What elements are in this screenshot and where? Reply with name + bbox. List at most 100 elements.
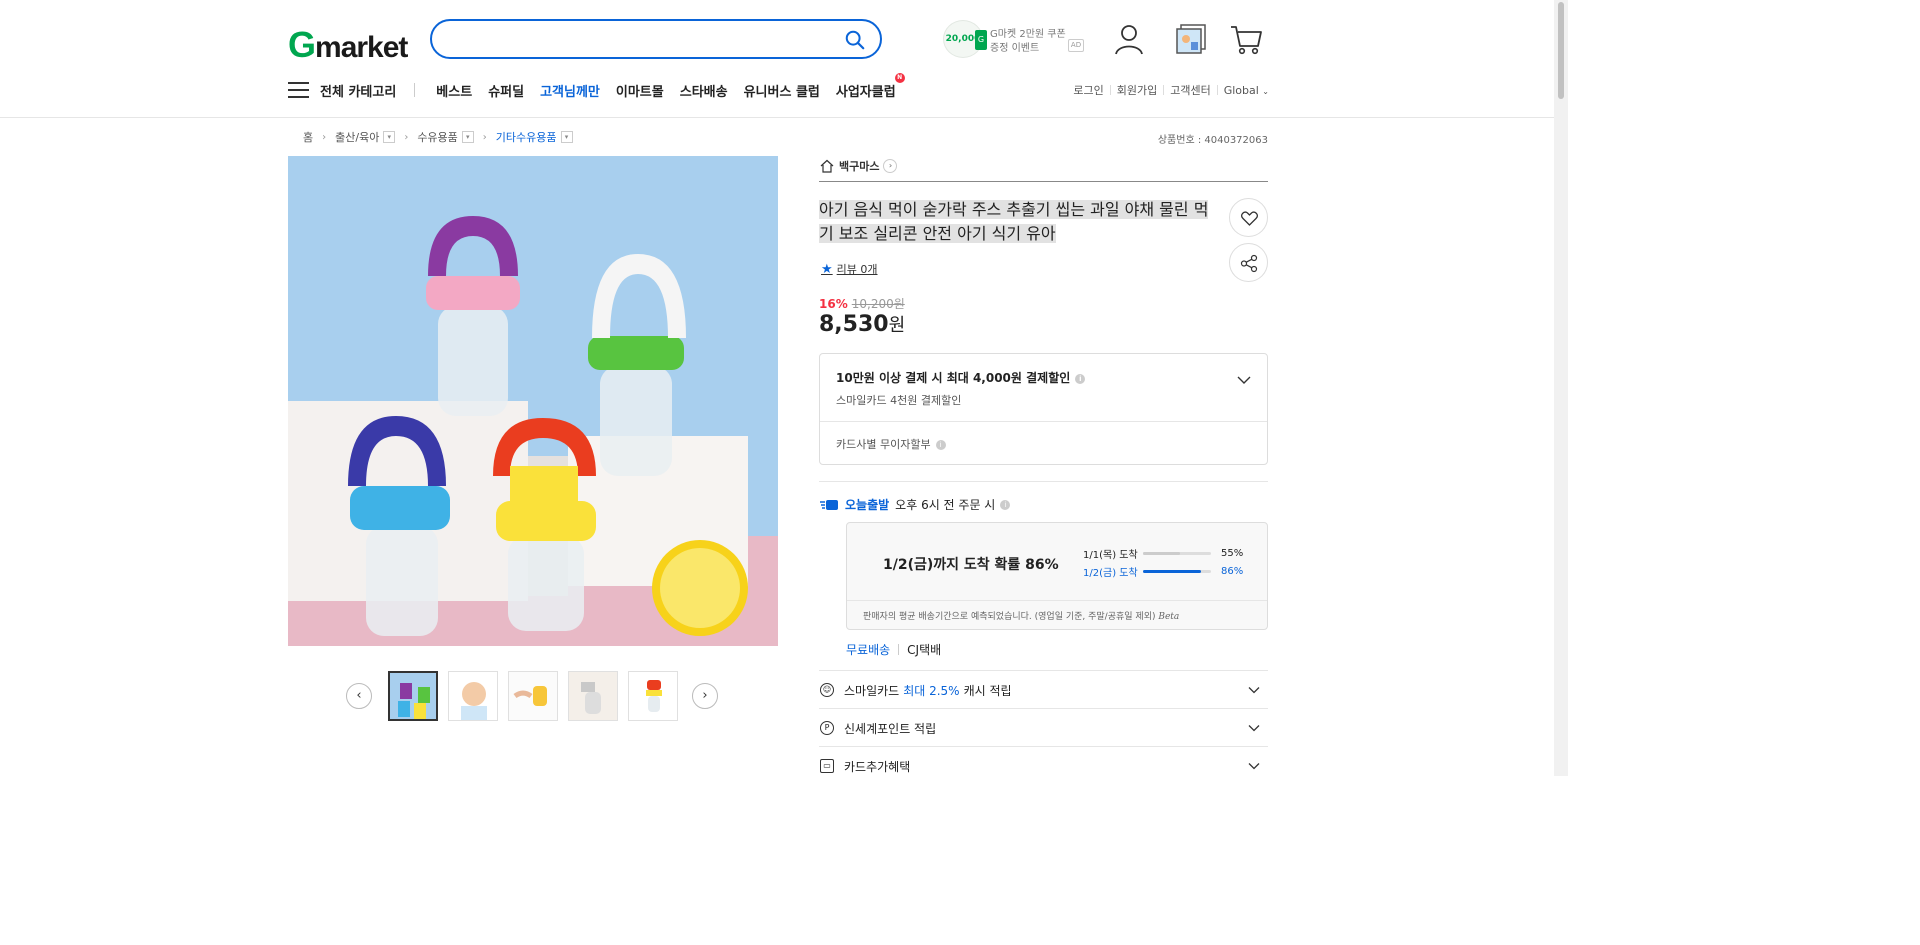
- thumbnail-5[interactable]: [628, 671, 678, 721]
- arrival-note: 판매자의 평균 배송기간으로 예측되었습니다. (영업일 기준, 주말/공휴일 …: [863, 609, 1179, 622]
- page-scrollbar[interactable]: [1554, 0, 1568, 776]
- wishlist-button[interactable]: [1229, 198, 1268, 237]
- arrival-probability-box: 1/2(금)까지 도착 확률 86% 1/1(목) 도착 55% 1/2(금) …: [846, 522, 1268, 630]
- review-count: 리뷰 0개: [836, 263, 878, 276]
- scrollbar-thumb[interactable]: [1558, 2, 1564, 99]
- cart-icon[interactable]: [1229, 22, 1263, 56]
- thumbnail-4[interactable]: [568, 671, 618, 721]
- benefit-divider: [820, 421, 1267, 422]
- arrival-row-1: 1/1(목) 도착 55%: [1083, 546, 1243, 561]
- smile-card-rate: 최대 2.5%: [903, 683, 960, 698]
- arrival-date-2: 1/2(금) 도착: [1083, 568, 1138, 579]
- recent-view-icon[interactable]: [1174, 22, 1208, 56]
- thumb-prev-button[interactable]: ‹: [346, 683, 372, 709]
- nav-universe-club[interactable]: 유니버스 클럽: [744, 81, 820, 100]
- gmarket-logo[interactable]: Gmarket: [288, 24, 408, 66]
- chevron-left-icon: ‹: [356, 688, 362, 703]
- thumbnail-2[interactable]: [448, 671, 498, 721]
- home-icon: [820, 159, 834, 173]
- card-benefit-label: 카드추가혜택: [844, 759, 911, 774]
- thumbnail-image: [629, 672, 677, 720]
- thumb-next-button[interactable]: ›: [692, 683, 718, 709]
- product-page: Gmarket 20,000 G G마켓 2만원 쿠폰 증정 이벤트 AD 전체…: [0, 0, 1568, 776]
- chevron-down-icon[interactable]: ▾: [461, 131, 474, 143]
- info-icon[interactable]: i: [1000, 499, 1011, 510]
- customer-center-link[interactable]: 고객센터: [1170, 82, 1210, 98]
- review-link[interactable]: ★ 리뷰 0개: [821, 261, 878, 277]
- nav-superdeal[interactable]: 슈퍼딜: [488, 81, 524, 100]
- sale-price-value: 8,530: [819, 312, 889, 337]
- breadcrumb-home[interactable]: 홈: [303, 129, 313, 145]
- thumbnail-image: [449, 672, 497, 720]
- installment-text: 카드사별 무이자할부: [836, 438, 931, 451]
- arrival-row-2: 1/2(금) 도착 86%: [1083, 564, 1243, 579]
- card-benefit-accordion[interactable]: ▭ 카드추가혜택: [820, 755, 1268, 777]
- all-categories[interactable]: 전체 카테고리: [320, 81, 396, 100]
- product-title: 아기 음식 먹이 숟가락 주스 추출기 씹는 과일 야채 물린 먹기 보조 실리…: [819, 198, 1209, 246]
- coupon-banner[interactable]: 20,000 G G마켓 2만원 쿠폰 증정 이벤트: [943, 20, 1088, 58]
- baby-feeder-illustration: [288, 156, 778, 646]
- payment-benefit-box: 10만원 이상 결제 시 최대 4,000원 결제할인 i 스마일카드 4천원 결…: [819, 353, 1268, 465]
- search-input[interactable]: [452, 29, 832, 49]
- nav-best[interactable]: 베스트: [436, 81, 472, 100]
- arrival-pct-2: 86%: [1221, 566, 1244, 577]
- smile-card-suffix: 캐시 적립: [963, 683, 1012, 698]
- nav-star-delivery[interactable]: 스타배송: [680, 81, 728, 100]
- product-main-image[interactable]: [288, 156, 778, 646]
- chevron-right-icon: ›: [482, 131, 487, 143]
- beta-label: Beta: [1158, 612, 1180, 622]
- global-link[interactable]: Global ⌄: [1224, 84, 1269, 97]
- section-divider: [819, 746, 1268, 747]
- menu-icon[interactable]: [288, 82, 309, 98]
- nav-emart[interactable]: 이마트몰: [616, 81, 664, 100]
- login-link[interactable]: 로그인: [1073, 82, 1103, 98]
- breadcrumb-level1[interactable]: 출산/육아: [335, 129, 379, 145]
- info-icon[interactable]: i: [1075, 373, 1086, 384]
- my-page-icon[interactable]: [1112, 22, 1146, 56]
- point-icon: P: [820, 721, 834, 735]
- chevron-down-icon[interactable]: [1237, 373, 1251, 387]
- installment-info[interactable]: 카드사별 무이자할부 i: [836, 436, 946, 452]
- nav-business-club-label: 사업자클럽: [835, 84, 896, 100]
- thumbnail-1[interactable]: [388, 671, 438, 721]
- nav-divider: [414, 83, 416, 97]
- thumbnail-3[interactable]: [508, 671, 558, 721]
- product-title-text: 아기 음식 먹이 숟가락 주스 추출기 씹는 과일 야채 물린 먹기 보조 실리…: [819, 200, 1209, 243]
- logo-text: market: [315, 31, 408, 64]
- product-number: 상품번호 : 4040372063: [1157, 135, 1268, 146]
- search-icon[interactable]: [844, 29, 866, 51]
- sale-price: 8,530원: [819, 311, 905, 337]
- logo-g: G: [288, 24, 316, 65]
- benefit-main-text: 10만원 이상 결제 시 최대 4,000원 결제할인: [836, 371, 1071, 385]
- coupon-g-tag: G: [975, 30, 987, 50]
- breadcrumb-level2[interactable]: 수유용품: [417, 129, 457, 145]
- breadcrumb-level3[interactable]: 기타수유용품: [496, 129, 557, 145]
- chevron-down-icon[interactable]: ▾: [560, 131, 573, 143]
- nav-for-customer[interactable]: 고객님께만: [540, 81, 600, 100]
- thumbnail-image: [390, 673, 436, 719]
- chevron-down-icon: [1248, 763, 1260, 770]
- chevron-down-icon[interactable]: ▾: [383, 131, 396, 143]
- section-divider: [819, 481, 1268, 482]
- utility-links: 로그인 회원가입 고객센터 Global ⌄: [1073, 82, 1269, 98]
- main-nav: 전체 카테고리 베스트 슈퍼딜 고객님께만 이마트몰 스타배송 유니버스 클럽 …: [288, 72, 912, 100]
- price-currency: 원: [888, 315, 906, 336]
- benefit-main[interactable]: 10만원 이상 결제 시 최대 4,000원 결제할인 i: [836, 369, 1086, 386]
- discount-percent: 16%: [819, 297, 848, 311]
- shinsegae-point-accordion[interactable]: P 신세계포인트 적립: [820, 717, 1268, 739]
- shipping-header: 오늘출발 오후 6시 전 주문 시 i: [820, 496, 1011, 513]
- signup-link[interactable]: 회원가입: [1117, 82, 1157, 98]
- smile-card-accordion[interactable]: ☺ 스마일카드 최대 2.5% 캐시 적립: [820, 679, 1268, 701]
- chevron-right-icon: ›: [404, 131, 409, 143]
- info-icon[interactable]: i: [935, 440, 946, 450]
- chevron-down-icon: [1248, 687, 1260, 694]
- nav-business-club[interactable]: 사업자클럽 N: [835, 72, 905, 100]
- seller-divider: [819, 181, 1268, 182]
- arrival-pct-1: 55%: [1221, 548, 1244, 559]
- share-button[interactable]: [1229, 243, 1268, 282]
- arrival-headline: 1/2(금)까지 도착 확률 86%: [883, 557, 1059, 573]
- arrival-date-1: 1/1(목) 도착: [1083, 550, 1138, 561]
- heart-icon: [1240, 211, 1259, 226]
- seller-link[interactable]: 백구마스 ›: [820, 158, 898, 174]
- chevron-right-icon: ›: [322, 131, 327, 143]
